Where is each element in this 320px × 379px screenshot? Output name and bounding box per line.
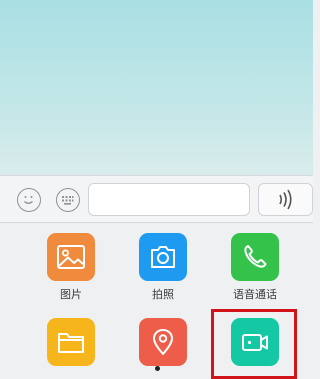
keyboard-button[interactable] [56, 188, 80, 212]
phone-icon [244, 245, 267, 268]
image-icon [57, 245, 85, 269]
folder-icon [58, 333, 84, 353]
location-pin-icon [153, 329, 173, 355]
chat-background [0, 0, 313, 175]
camera-icon [151, 246, 175, 268]
highlight-box [211, 309, 297, 379]
image-button[interactable] [47, 233, 95, 281]
file-button[interactable] [47, 318, 95, 366]
message-text-field[interactable] [88, 183, 250, 216]
message-input-bar [0, 175, 313, 223]
page-indicator-dot [155, 366, 160, 371]
voice-button[interactable] [258, 183, 313, 216]
image-label: 图片 [60, 288, 82, 301]
camera-label: 拍照 [152, 288, 174, 301]
smiley-face-icon [24, 196, 33, 204]
voice-call-label: 语音通话 [233, 288, 277, 301]
camera-button[interactable] [139, 233, 187, 281]
keyboard-icon [62, 196, 74, 205]
location-button[interactable] [139, 318, 187, 366]
emoji-button[interactable] [17, 188, 41, 212]
sound-waves-icon [279, 189, 292, 210]
voice-call-button[interactable] [231, 233, 279, 281]
